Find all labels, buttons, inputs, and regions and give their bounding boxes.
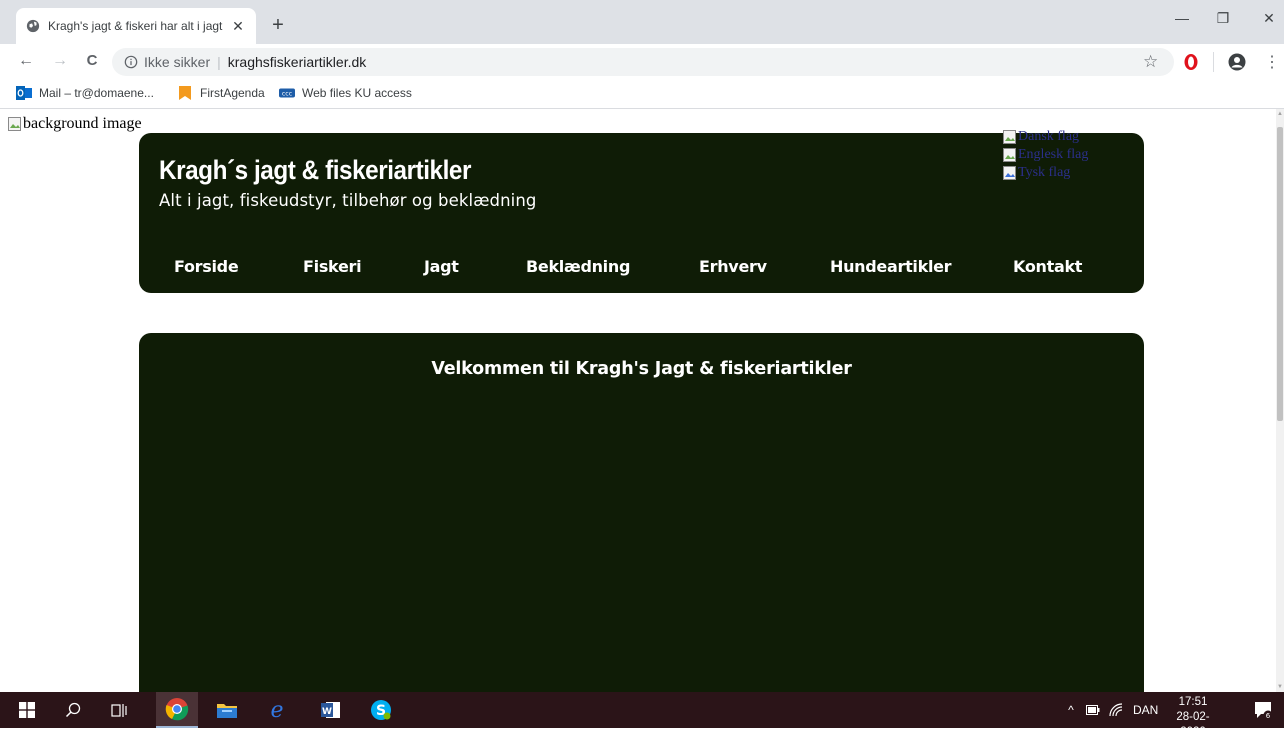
tray-expand-icon[interactable]: ^ xyxy=(1064,703,1078,717)
broken-image-icon xyxy=(1003,129,1016,144)
skype-icon: S xyxy=(371,700,391,720)
word-icon: W xyxy=(321,702,340,718)
task-view-icon xyxy=(111,704,127,717)
scroll-down-arrow[interactable]: ▼ xyxy=(1276,684,1284,690)
back-button[interactable]: ← xyxy=(16,52,36,70)
scroll-thumb[interactable] xyxy=(1277,127,1283,421)
nav-hundeartikler[interactable]: Hundeartikler xyxy=(830,257,952,276)
clock-time: 17:51 xyxy=(1178,696,1208,708)
task-view-button[interactable] xyxy=(98,692,140,728)
nav-fiskeri[interactable]: Fiskeri xyxy=(303,257,362,276)
taskbar-edge[interactable]: e xyxy=(256,692,298,728)
page-viewport: background image Kragh´s jagt & fiskeria… xyxy=(0,109,1276,692)
windows-icon xyxy=(19,702,35,718)
outlook-icon xyxy=(16,86,32,100)
svg-text:e: e xyxy=(270,699,283,721)
welcome-heading: Velkommen til Kragh's Jagt & fiskeriarti… xyxy=(431,359,852,379)
bookmark-label: Web files KU access xyxy=(302,86,412,100)
background-image-placeholder: background image xyxy=(8,115,142,133)
url-text: kraghsfiskeriartikler.dk xyxy=(227,54,367,70)
taskbar-chrome[interactable] xyxy=(156,692,198,728)
bookmark-firstagenda[interactable]: FirstAgenda xyxy=(177,86,265,100)
nav-beklaedning[interactable]: Beklædning xyxy=(526,257,630,276)
address-bar[interactable]: Ikke sikker | kraghsfiskeriartikler.dk xyxy=(112,48,1174,76)
address-separator: | xyxy=(217,54,221,70)
site-subtitle: Alt i jagt, fiskeudstyr, tilbehør og bek… xyxy=(159,191,537,210)
svg-text:ccc: ccc xyxy=(282,91,293,98)
flag-german[interactable]: Tysk flag xyxy=(1003,164,1088,182)
nav-kontakt[interactable]: Kontakt xyxy=(1013,257,1082,276)
chrome-icon xyxy=(165,698,189,721)
search-button[interactable] xyxy=(52,692,94,728)
main-content: Velkommen til Kragh's Jagt & fiskeriarti… xyxy=(139,333,1144,692)
windows-taskbar: e W S ^ DAN 17:51 28-02-2020 6 xyxy=(0,692,1284,738)
edge-icon: e xyxy=(270,699,283,721)
close-window-icon[interactable]: ✕ xyxy=(1259,10,1279,27)
folder-icon xyxy=(217,704,237,718)
tab-title: Kragh's jagt & fiskeri har alt i jagt xyxy=(48,19,223,33)
battery-icon[interactable] xyxy=(1086,705,1100,715)
nav-jagt[interactable]: Jagt xyxy=(424,257,459,276)
bookmark-label: FirstAgenda xyxy=(200,86,265,100)
flag-english[interactable]: Englesk flag xyxy=(1003,146,1088,164)
nav-erhverv[interactable]: Erhverv xyxy=(699,257,767,276)
bookmark-web-files[interactable]: ccc Web files KU access xyxy=(279,86,412,100)
flag-danish[interactable]: Dansk flag xyxy=(1003,128,1088,146)
broken-image-icon xyxy=(8,116,21,131)
main-nav: Forside Fiskeri Jagt Beklædning Erhverv … xyxy=(139,257,1144,279)
taskbar-word[interactable]: W xyxy=(310,692,352,728)
svg-text:W: W xyxy=(322,707,332,717)
restore-icon[interactable]: ❐ xyxy=(1213,10,1233,27)
flag-alt-text: Tysk flag xyxy=(1018,165,1071,180)
search-icon xyxy=(65,702,81,718)
notification-count: 6 xyxy=(1266,712,1271,720)
start-button[interactable] xyxy=(6,692,48,728)
taskbar-skype[interactable]: S xyxy=(360,692,402,728)
toolbar-divider xyxy=(1213,52,1214,72)
bookmarks-bar: Mail – tr@domaene... FirstAgenda ccc Web… xyxy=(0,80,1284,109)
site-header: Kragh´s jagt & fiskeriartikler Alt i jag… xyxy=(139,129,1144,293)
browser-menu-icon[interactable]: ⋮ xyxy=(1264,52,1280,72)
scroll-up-arrow[interactable]: ▲ xyxy=(1276,111,1284,117)
page-scrollbar[interactable]: ▲ ▼ xyxy=(1276,109,1284,692)
bookmark-mail[interactable]: Mail – tr@domaene... xyxy=(16,86,154,100)
system-tray: ^ DAN xyxy=(1064,692,1158,728)
bookmark-star-icon[interactable]: ☆ xyxy=(1143,52,1158,72)
security-label: Ikke sikker xyxy=(144,54,211,70)
broken-image-icon xyxy=(1003,165,1016,180)
flag-alt-text: Englesk flag xyxy=(1018,147,1089,162)
tab-strip: Kragh's jagt & fiskeri har alt i jagt ✕ … xyxy=(0,0,1284,44)
opera-extension-icon[interactable] xyxy=(1183,53,1199,71)
nav-forside[interactable]: Forside xyxy=(174,257,239,276)
web-files-icon: ccc xyxy=(279,88,295,98)
clock[interactable]: 17:51 28-02-2020 xyxy=(1166,695,1220,740)
reload-button[interactable]: C xyxy=(82,52,102,69)
flag-alt-text: Dansk flag xyxy=(1018,129,1080,144)
broken-image-icon xyxy=(1003,147,1016,162)
site-title: Kragh´s jagt & fiskeriartikler xyxy=(159,155,471,185)
forward-button[interactable]: → xyxy=(50,52,70,70)
wifi-icon[interactable] xyxy=(1109,703,1125,717)
globe-icon xyxy=(26,19,40,33)
notification-icon: 6 xyxy=(1255,702,1273,720)
language-indicator[interactable]: DAN xyxy=(1133,703,1158,717)
browser-toolbar: ← → C Ikke sikker | kraghsfiskeriartikle… xyxy=(0,44,1284,80)
taskbar-file-explorer[interactable] xyxy=(206,692,248,728)
background-alt-text: background image xyxy=(23,115,142,132)
bookmark-label: Mail – tr@domaene... xyxy=(39,86,154,100)
profile-icon[interactable] xyxy=(1228,53,1246,71)
clock-date: 28-02-2020 xyxy=(1176,711,1210,738)
action-center-button[interactable]: 6 xyxy=(1242,692,1284,728)
info-icon[interactable] xyxy=(124,55,138,69)
firstagenda-icon xyxy=(179,86,191,100)
new-tab-button[interactable]: + xyxy=(266,14,290,38)
language-flags: Dansk flag Englesk flag Tysk flag xyxy=(1003,128,1088,182)
minimize-icon[interactable]: — xyxy=(1172,10,1192,26)
tab-close-icon[interactable]: ✕ xyxy=(230,18,246,35)
browser-tab[interactable]: Kragh's jagt & fiskeri har alt i jagt ✕ xyxy=(16,8,256,44)
